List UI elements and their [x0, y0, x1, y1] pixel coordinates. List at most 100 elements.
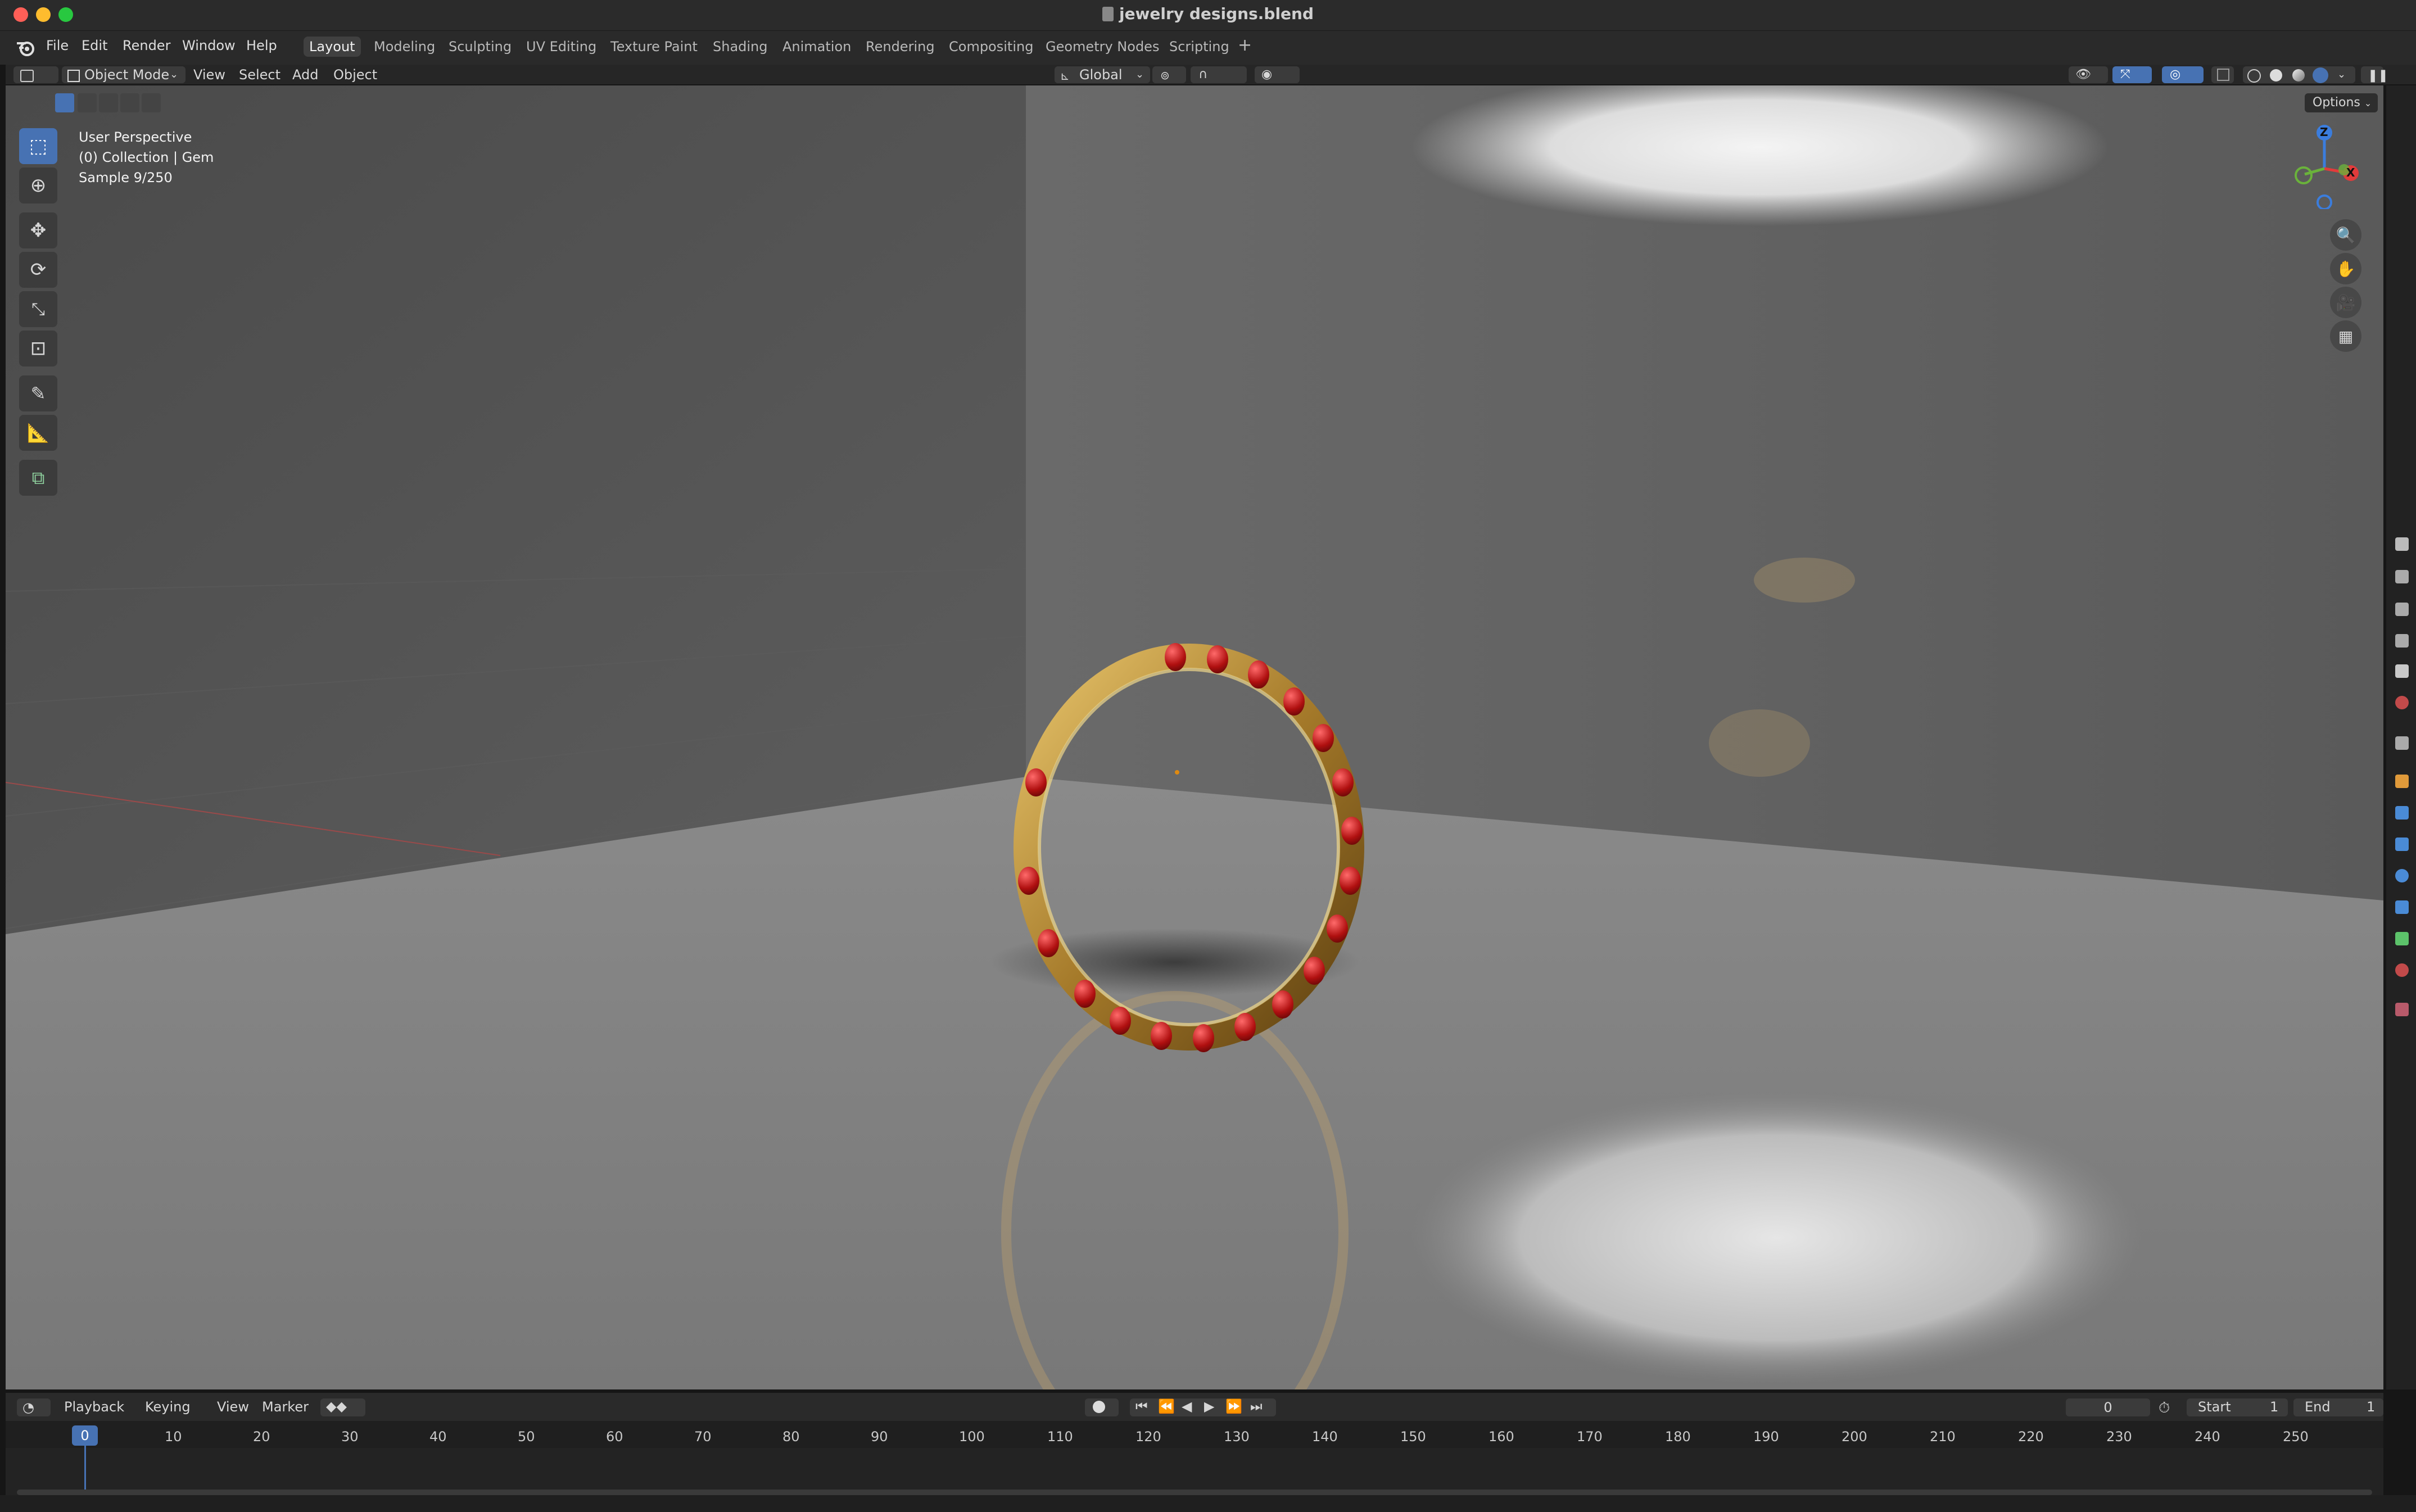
status-bar: [0, 1495, 2416, 1512]
modifier-properties-icon[interactable]: [2395, 806, 2409, 820]
tab-layout[interactable]: Layout: [304, 37, 361, 57]
tab-texture-paint[interactable]: Texture Paint: [605, 37, 703, 57]
start-frame-field[interactable]: Start 1: [2187, 1398, 2288, 1416]
rendered-shading-icon[interactable]: [2313, 67, 2328, 83]
select-extend-icon[interactable]: [78, 93, 97, 112]
measure-tool[interactable]: 📐: [19, 415, 57, 451]
editor-type-button[interactable]: [13, 66, 58, 83]
play-reverse-icon[interactable]: ◀: [1182, 1398, 1192, 1414]
toggle-perspective-button[interactable]: ▦: [2330, 320, 2361, 352]
timeline-menu-keying[interactable]: Keying: [145, 1398, 191, 1415]
texture-properties-icon[interactable]: [2395, 1003, 2409, 1016]
keyframe-interpolation-button[interactable]: ◆◆: [320, 1398, 365, 1416]
menu-edit[interactable]: Edit: [82, 38, 107, 53]
scene-properties-icon[interactable]: [2395, 664, 2409, 678]
timeline-menu-view[interactable]: View: [217, 1398, 249, 1415]
collection-properties-icon[interactable]: [2395, 736, 2409, 750]
transform-tool[interactable]: ⊡: [19, 331, 57, 366]
pivot-point-button[interactable]: ⊚: [1152, 66, 1186, 83]
record-icon: [1093, 1401, 1105, 1413]
transform-orientation-selector[interactable]: ⊾ Global ⌄: [1055, 66, 1150, 83]
menu-file[interactable]: File: [46, 38, 69, 53]
options-dropdown[interactable]: Options ⌄: [2305, 93, 2378, 112]
select-new-icon[interactable]: [55, 93, 74, 112]
stopwatch-icon[interactable]: ⏱: [2159, 1400, 2170, 1417]
jump-to-end-icon[interactable]: ⏭: [1250, 1398, 1263, 1414]
material-shading-icon[interactable]: [2292, 69, 2305, 82]
tab-animation[interactable]: Animation: [777, 37, 857, 57]
add-cube-tool[interactable]: ⧉: [19, 460, 57, 496]
tab-uv-editing[interactable]: UV Editing: [521, 37, 602, 57]
play-icon[interactable]: ▶: [1204, 1398, 1214, 1414]
gizmo-toggle[interactable]: ⤧: [2112, 66, 2152, 83]
timeline-scrollbar[interactable]: [17, 1490, 2372, 1495]
current-frame-field[interactable]: 0: [2066, 1398, 2150, 1416]
rotate-tool[interactable]: ⟳: [19, 252, 57, 288]
particles-properties-icon[interactable]: [2395, 838, 2409, 851]
chevron-down-icon[interactable]: ⌄: [2337, 66, 2346, 83]
timeline-editor-type[interactable]: ◔: [17, 1398, 51, 1416]
mode-selector[interactable]: Object Mode ⌄: [62, 66, 186, 83]
camera-view-button[interactable]: 🎥: [2330, 287, 2361, 318]
auto-key-button[interactable]: [1085, 1398, 1119, 1416]
world-properties-icon[interactable]: [2395, 696, 2409, 709]
data-properties-icon[interactable]: [2395, 932, 2409, 945]
physics-properties-icon[interactable]: [2395, 869, 2409, 882]
tab-shading[interactable]: Shading: [707, 37, 773, 57]
menu-render[interactable]: Render: [123, 38, 170, 53]
select-box-tool[interactable]: ⬚: [19, 128, 57, 164]
navigation-gizmo[interactable]: Z X: [2288, 125, 2361, 210]
end-frame-field[interactable]: End 1: [2293, 1398, 2383, 1416]
view-layer-properties-icon[interactable]: [2395, 634, 2409, 648]
timeline-menu-playback[interactable]: Playback: [64, 1398, 124, 1415]
header-menu-add[interactable]: Add: [292, 66, 318, 83]
scale-icon: ⤡: [31, 299, 45, 319]
add-workspace-button[interactable]: +: [1232, 33, 1257, 57]
timeline-menu-marker[interactable]: Marker: [262, 1398, 309, 1415]
jump-to-keyframe-forward-icon[interactable]: ⏩: [1225, 1398, 1242, 1414]
tab-scripting[interactable]: Scripting: [1164, 37, 1235, 57]
scale-tool[interactable]: ⤡: [19, 291, 57, 327]
jump-to-keyframe-back-icon[interactable]: ⏪: [1158, 1398, 1175, 1414]
transform-icon: ⊡: [30, 337, 47, 360]
tab-sculpting[interactable]: Sculpting: [443, 37, 517, 57]
overlays-toggle[interactable]: ◎: [2162, 66, 2204, 83]
menu-help[interactable]: Help: [246, 38, 277, 53]
zoom-view-button[interactable]: 🔍: [2330, 219, 2361, 251]
tab-modeling[interactable]: Modeling: [368, 37, 441, 57]
menu-window[interactable]: Window: [182, 38, 236, 53]
render-properties-icon[interactable]: [2395, 570, 2409, 583]
blender-logo-icon[interactable]: [16, 38, 36, 58]
annotate-tool[interactable]: ✎: [19, 375, 57, 411]
material-properties-icon[interactable]: [2395, 963, 2409, 977]
move-tool[interactable]: ✥: [19, 212, 57, 248]
playhead-handle[interactable]: 0: [72, 1425, 98, 1446]
constraints-properties-icon[interactable]: [2395, 900, 2409, 914]
proportional-editing-toggle[interactable]: ◉: [1255, 66, 1300, 83]
timeline[interactable]: 0 10 20 30 40 50 60 70 80 90 100 110 120 130 140 150 16…: [6, 1421, 2383, 1496]
pan-view-button[interactable]: ✋: [2330, 253, 2361, 284]
tab-rendering[interactable]: Rendering: [860, 37, 940, 57]
object-properties-icon[interactable]: [2395, 775, 2409, 788]
jump-to-start-icon[interactable]: ⏮: [1135, 1398, 1148, 1414]
ruler-label: 170: [1577, 1429, 1603, 1445]
select-invert-icon[interactable]: [120, 93, 139, 112]
solid-shading-icon[interactable]: [2270, 69, 2282, 82]
header-menu-object[interactable]: Object: [333, 66, 377, 83]
window-title-bar: jewelry designs.blend: [0, 0, 2416, 31]
select-subtract-icon[interactable]: [99, 93, 118, 112]
header-menu-view[interactable]: View: [193, 66, 225, 83]
3d-viewport[interactable]: Options ⌄ User Perspective (0) Collectio…: [6, 85, 2383, 1389]
cursor-tool[interactable]: ⊕: [19, 168, 57, 203]
header-menu-select[interactable]: Select: [239, 66, 280, 83]
tab-geometry-nodes[interactable]: Geometry Nodes: [1040, 37, 1165, 57]
output-properties-icon[interactable]: [2395, 603, 2409, 616]
select-intersect-icon[interactable]: [142, 93, 161, 112]
xray-toggle[interactable]: [2211, 66, 2234, 83]
snap-toggle[interactable]: ∩: [1191, 66, 1247, 83]
visibility-button[interactable]: 👁: [2069, 66, 2108, 83]
pause-render-button[interactable]: ❚❚: [2361, 66, 2388, 83]
wireframe-shading-icon[interactable]: [2247, 69, 2261, 83]
tool-properties-icon[interactable]: [2395, 537, 2409, 551]
tab-compositing[interactable]: Compositing: [943, 37, 1039, 57]
